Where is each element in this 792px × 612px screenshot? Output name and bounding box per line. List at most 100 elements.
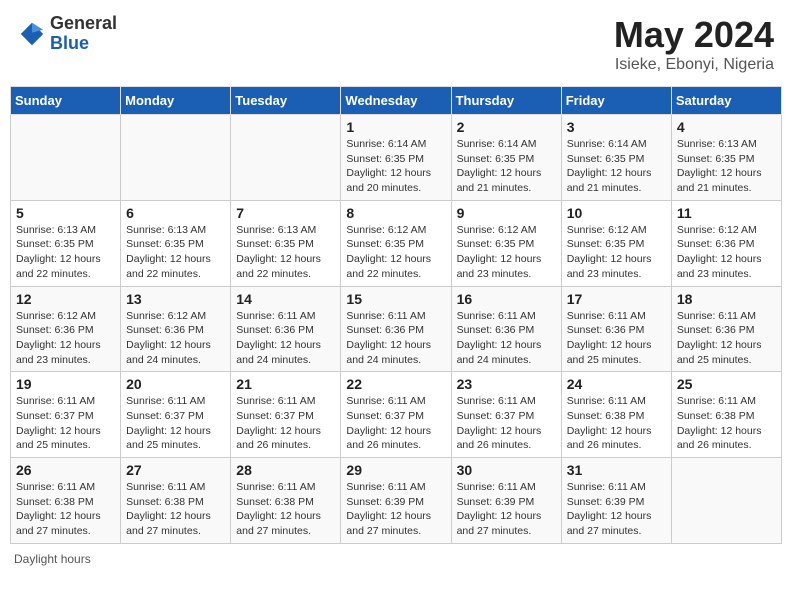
cell-content: Sunrise: 6:12 AM Sunset: 6:36 PM Dayligh… xyxy=(126,309,225,368)
logo-blue-text: Blue xyxy=(50,34,117,54)
cell-content: Sunrise: 6:11 AM Sunset: 6:36 PM Dayligh… xyxy=(457,309,556,368)
calendar-cell: 10 Sunrise: 6:12 AM Sunset: 6:35 PM Dayli… xyxy=(561,200,671,286)
cell-content: Sunrise: 6:11 AM Sunset: 6:36 PM Dayligh… xyxy=(567,309,666,368)
calendar-cell: 18Sunrise: 6:11 AM Sunset: 6:36 PM Dayli… xyxy=(671,286,781,372)
page-header: General Blue May 2024 Isieke, Ebonyi, Ni… xyxy=(10,10,782,78)
calendar-cell: 26 Sunrise: 6:11 AM Sunset: 6:38 PM Dayli… xyxy=(11,458,121,544)
calendar-cell: 6 Sunrise: 6:13 AM Sunset: 6:35 PM Daylig… xyxy=(121,200,231,286)
cell-content: Sunrise: 6:14 AM Sunset: 6:35 PM Dayligh… xyxy=(346,137,445,196)
calendar-cell: 2 Sunrise: 6:14 AM Sunset: 6:35 PM Daylig… xyxy=(451,115,561,201)
calendar-cell: 28 Sunrise: 6:11 AM Sunset: 6:38 PM Dayli… xyxy=(231,458,341,544)
month-year-title: May 2024 xyxy=(614,14,774,56)
day-number: 25 xyxy=(677,376,776,392)
calendar-cell: 8 Sunrise: 6:12 AM Sunset: 6:35 PM Daylig… xyxy=(341,200,451,286)
cell-content: Sunrise: 6:11 AM Sunset: 6:39 PM Dayligh… xyxy=(346,480,445,539)
day-number: 31 xyxy=(567,462,666,478)
calendar-cell xyxy=(11,115,121,201)
day-number: 12 xyxy=(16,291,115,307)
cell-content: Sunrise: 6:11 AM Sunset: 6:38 PM Dayligh… xyxy=(126,480,225,539)
header-row: SundayMondayTuesdayWednesdayThursdayFrid… xyxy=(11,87,782,115)
calendar-cell: 11Sunrise: 6:12 AM Sunset: 6:36 PM Dayli… xyxy=(671,200,781,286)
day-number: 6 xyxy=(126,205,225,221)
cell-content: Sunrise: 6:11 AM Sunset: 6:37 PM Dayligh… xyxy=(457,394,556,453)
calendar-cell: 9Sunrise: 6:12 AM Sunset: 6:35 PM Daylig… xyxy=(451,200,561,286)
day-number: 28 xyxy=(236,462,335,478)
calendar-cell: 5Sunrise: 6:13 AM Sunset: 6:35 PM Daylig… xyxy=(11,200,121,286)
day-number: 27 xyxy=(126,462,225,478)
calendar-cell xyxy=(671,458,781,544)
day-number: 2 xyxy=(457,119,556,135)
day-number: 22 xyxy=(346,376,445,392)
cell-content: Sunrise: 6:11 AM Sunset: 6:36 PM Dayligh… xyxy=(236,309,335,368)
cell-content: Sunrise: 6:13 AM Sunset: 6:35 PM Dayligh… xyxy=(126,223,225,282)
cell-content: Sunrise: 6:11 AM Sunset: 6:37 PM Dayligh… xyxy=(236,394,335,453)
day-number: 15 xyxy=(346,291,445,307)
day-number: 1 xyxy=(346,119,445,135)
calendar-cell: 7 Sunrise: 6:13 AM Sunset: 6:35 PM Daylig… xyxy=(231,200,341,286)
title-block: May 2024 Isieke, Ebonyi, Nigeria xyxy=(614,14,774,74)
col-header-thursday: Thursday xyxy=(451,87,561,115)
calendar-cell xyxy=(121,115,231,201)
logo-general-text: General xyxy=(50,14,117,34)
day-number: 14 xyxy=(236,291,335,307)
day-number: 16 xyxy=(457,291,556,307)
day-number: 19 xyxy=(16,376,115,392)
calendar-table: SundayMondayTuesdayWednesdayThursdayFrid… xyxy=(10,86,782,544)
day-number: 8 xyxy=(346,205,445,221)
cell-content: Sunrise: 6:13 AM Sunset: 6:35 PM Dayligh… xyxy=(677,137,776,196)
calendar-cell: 12 Sunrise: 6:12 AM Sunset: 6:36 PM Dayli… xyxy=(11,286,121,372)
cell-content: Sunrise: 6:11 AM Sunset: 6:38 PM Dayligh… xyxy=(567,394,666,453)
calendar-cell: 31 Sunrise: 6:11 AM Sunset: 6:39 PM Dayli… xyxy=(561,458,671,544)
col-header-sunday: Sunday xyxy=(11,87,121,115)
cell-content: Sunrise: 6:11 AM Sunset: 6:39 PM Dayligh… xyxy=(457,480,556,539)
day-number: 18 xyxy=(677,291,776,307)
calendar-body: 1 Sunrise: 6:14 AM Sunset: 6:35 PM Daylig… xyxy=(11,115,782,544)
cell-content: Sunrise: 6:11 AM Sunset: 6:38 PM Dayligh… xyxy=(16,480,115,539)
cell-content: Sunrise: 6:12 AM Sunset: 6:36 PM Dayligh… xyxy=(16,309,115,368)
calendar-header: SundayMondayTuesdayWednesdayThursdayFrid… xyxy=(11,87,782,115)
cell-content: Sunrise: 6:11 AM Sunset: 6:37 PM Dayligh… xyxy=(16,394,115,453)
col-header-wednesday: Wednesday xyxy=(341,87,451,115)
calendar-cell: 3 Sunrise: 6:14 AM Sunset: 6:35 PM Daylig… xyxy=(561,115,671,201)
cell-content: Sunrise: 6:14 AM Sunset: 6:35 PM Dayligh… xyxy=(567,137,666,196)
cell-content: Sunrise: 6:11 AM Sunset: 6:36 PM Dayligh… xyxy=(346,309,445,368)
cell-content: Sunrise: 6:13 AM Sunset: 6:35 PM Dayligh… xyxy=(236,223,335,282)
calendar-cell: 17Sunrise: 6:11 AM Sunset: 6:36 PM Dayli… xyxy=(561,286,671,372)
day-number: 26 xyxy=(16,462,115,478)
day-number: 5 xyxy=(16,205,115,221)
calendar-cell: 25 Sunrise: 6:11 AM Sunset: 6:38 PM Dayli… xyxy=(671,372,781,458)
week-row-2: 5 Sunrise: 6:13 AM Sunset: 6:35 PM Daylig… xyxy=(11,200,782,286)
day-number: 10 xyxy=(567,205,666,221)
calendar-cell: 24 Sunrise: 6:11 AM Sunset: 6:38 PM Dayli… xyxy=(561,372,671,458)
location-text: Isieke, Ebonyi, Nigeria xyxy=(614,56,774,74)
day-number: 7 xyxy=(236,205,335,221)
logo-text: General Blue xyxy=(50,14,117,54)
cell-content: Sunrise: 6:11 AM Sunset: 6:39 PM Dayligh… xyxy=(567,480,666,539)
day-number: 24 xyxy=(567,376,666,392)
cell-content: Sunrise: 6:12 AM Sunset: 6:35 PM Dayligh… xyxy=(346,223,445,282)
week-row-1: 1 Sunrise: 6:14 AM Sunset: 6:35 PM Daylig… xyxy=(11,115,782,201)
logo: General Blue xyxy=(18,14,117,54)
cell-content: Sunrise: 6:11 AM Sunset: 6:37 PM Dayligh… xyxy=(126,394,225,453)
footer: Daylight hours xyxy=(10,552,782,566)
day-number: 4 xyxy=(677,119,776,135)
calendar-cell: 14 Sunrise: 6:11 AM Sunset: 6:36 PM Dayli… xyxy=(231,286,341,372)
day-number: 29 xyxy=(346,462,445,478)
calendar-cell: 23 Sunrise: 6:11 AM Sunset: 6:37 PM Dayli… xyxy=(451,372,561,458)
day-number: 3 xyxy=(567,119,666,135)
calendar-cell: 19 Sunrise: 6:11 AM Sunset: 6:37 PM Dayli… xyxy=(11,372,121,458)
cell-content: Sunrise: 6:11 AM Sunset: 6:38 PM Dayligh… xyxy=(236,480,335,539)
week-row-3: 12 Sunrise: 6:12 AM Sunset: 6:36 PM Dayli… xyxy=(11,286,782,372)
calendar-cell: 20Sunrise: 6:11 AM Sunset: 6:37 PM Dayli… xyxy=(121,372,231,458)
cell-content: Sunrise: 6:11 AM Sunset: 6:37 PM Dayligh… xyxy=(346,394,445,453)
cell-content: Sunrise: 6:11 AM Sunset: 6:38 PM Dayligh… xyxy=(677,394,776,453)
cell-content: Sunrise: 6:14 AM Sunset: 6:35 PM Dayligh… xyxy=(457,137,556,196)
logo-icon xyxy=(18,20,46,48)
cell-content: Sunrise: 6:12 AM Sunset: 6:36 PM Dayligh… xyxy=(677,223,776,282)
day-number: 13 xyxy=(126,291,225,307)
calendar-cell: 15 Sunrise: 6:11 AM Sunset: 6:36 PM Dayli… xyxy=(341,286,451,372)
cell-content: Sunrise: 6:12 AM Sunset: 6:35 PM Dayligh… xyxy=(567,223,666,282)
calendar-cell: 16 Sunrise: 6:11 AM Sunset: 6:36 PM Dayli… xyxy=(451,286,561,372)
week-row-5: 26 Sunrise: 6:11 AM Sunset: 6:38 PM Dayli… xyxy=(11,458,782,544)
day-number: 23 xyxy=(457,376,556,392)
